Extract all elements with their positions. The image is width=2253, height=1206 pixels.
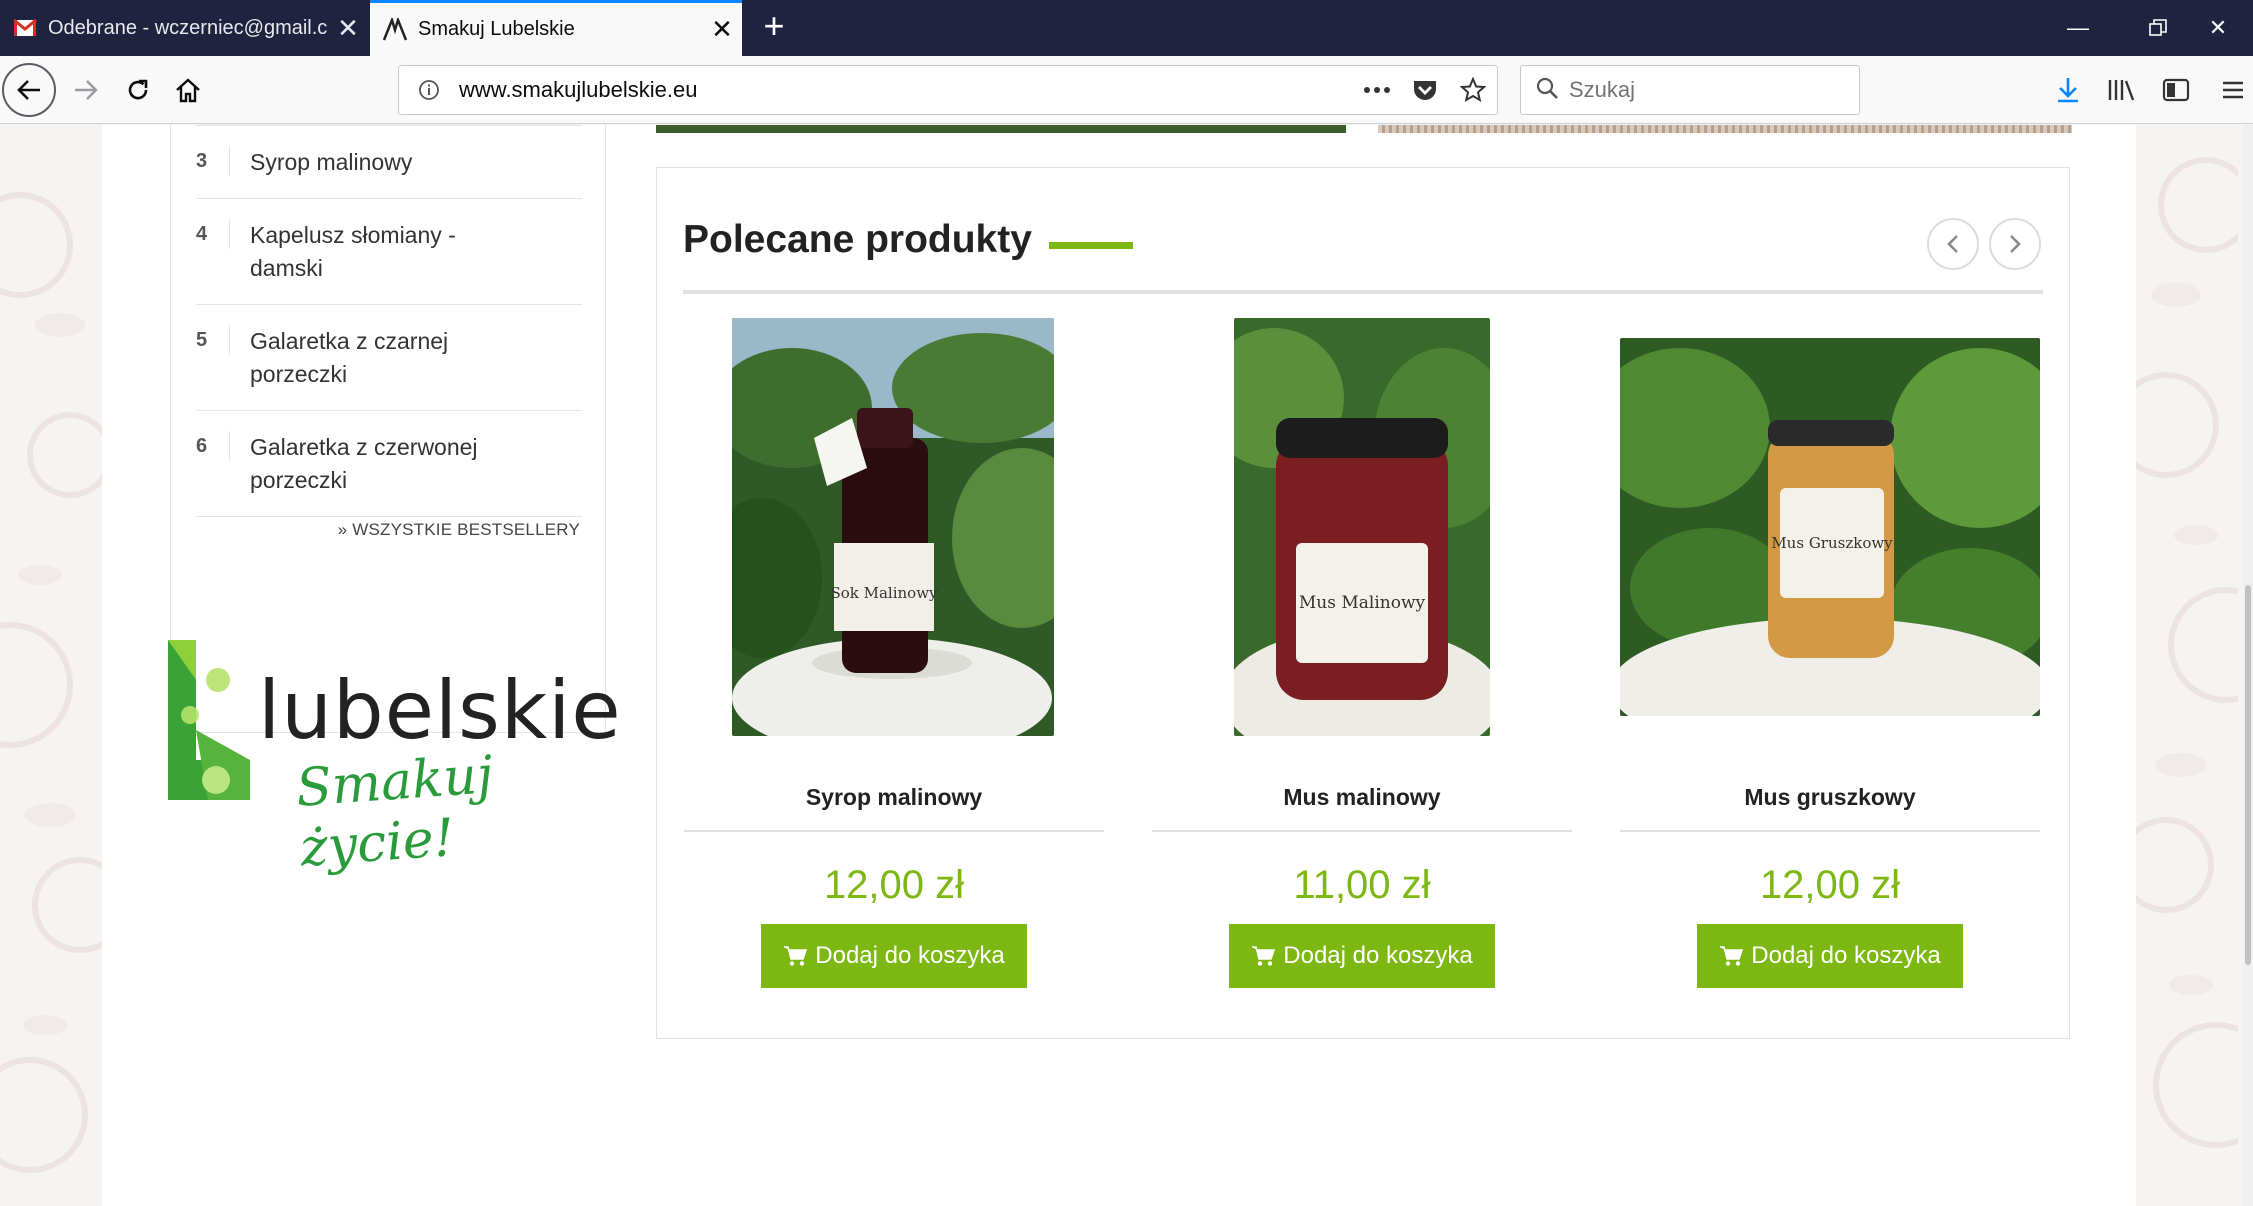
product-image[interactable]: Mus Gruszkowy <box>1620 338 2040 716</box>
window-close-icon[interactable]: ✕ <box>2183 0 2253 56</box>
product-link[interactable]: Galaretka z czerwonej porzeczki <box>250 431 500 497</box>
bookmark-star-icon[interactable] <box>1449 77 1497 103</box>
product-name[interactable]: Syrop malinowy <box>684 784 1104 811</box>
close-tab-icon[interactable]: ✕ <box>328 13 368 44</box>
tab-title: Smakuj Lubelskie <box>418 18 575 40</box>
search-input[interactable] <box>1569 77 1829 103</box>
pocket-icon[interactable] <box>1401 78 1449 102</box>
tab-title: Odebrane - wczerniec@gmail.c <box>48 16 328 39</box>
library-icon[interactable] <box>2098 66 2146 114</box>
featured-products-box: Polecane produkty Sok Malinowy Syrop mal… <box>656 167 2070 1039</box>
product-link[interactable]: Syrop malinowy <box>250 146 582 179</box>
section-divider <box>683 290 2043 294</box>
floral-background-left <box>0 192 102 1173</box>
item-rank: 3 <box>196 146 230 176</box>
site-favicon <box>382 17 408 43</box>
search-bar[interactable] <box>1520 65 1860 115</box>
menu-icon[interactable] <box>2214 66 2252 114</box>
cart-icon <box>1720 946 1744 966</box>
reload-icon[interactable] <box>112 64 164 116</box>
product-card: Mus Gruszkowy Mus gruszkowy 12,00 zł Dod… <box>1620 318 2040 988</box>
chevron-left-icon <box>1947 235 1958 253</box>
info-icon[interactable] <box>407 79 451 101</box>
minimize-icon[interactable]: — <box>2043 0 2113 56</box>
add-to-cart-button[interactable]: Dodaj do koszyka <box>1697 924 1963 988</box>
product-image[interactable]: Sok Malinowy <box>732 318 1054 736</box>
jar-label-text: Mus Gruszkowy <box>1771 534 1893 552</box>
carousel-prev-button[interactable] <box>1927 218 1979 270</box>
add-to-cart-label: Dodaj do koszyka <box>1283 942 1473 969</box>
cart-icon <box>784 946 808 966</box>
product-image[interactable]: Mus Malinowy <box>1234 318 1490 736</box>
url-text: www.smakujlubelskie.eu <box>459 77 698 102</box>
list-item[interactable]: 3 Syrop malinowy <box>196 126 582 199</box>
logo-mark-icon <box>168 640 250 800</box>
forward-button[interactable] <box>60 64 112 116</box>
product-link[interactable]: Kapelusz słomiany - damski <box>250 219 480 285</box>
scrollbar-thumb[interactable] <box>2245 585 2251 965</box>
new-tab-button[interactable]: + <box>752 6 796 50</box>
tab-gmail[interactable]: Odebrane - wczerniec@gmail.c ✕ <box>0 0 368 56</box>
product-name[interactable]: Mus malinowy <box>1152 784 1572 811</box>
sidebar-toggle-icon[interactable] <box>2152 66 2200 114</box>
section-title: Polecane produkty <box>683 218 1032 261</box>
page-actions-icon[interactable] <box>1353 86 1401 94</box>
gmail-icon <box>12 15 38 41</box>
product-price: 11,00 zł <box>1293 863 1431 907</box>
home-icon[interactable] <box>162 64 214 116</box>
add-to-cart-label: Dodaj do koszyka <box>815 942 1005 969</box>
jar-label-text: Mus Malinowy <box>1299 593 1426 613</box>
navigation-toolbar: www.smakujlubelskie.eu <box>0 56 2253 124</box>
logo-tagline: Smakuj życie! <box>294 745 495 879</box>
carousel-next-button[interactable] <box>1989 218 2041 270</box>
product-divider <box>1620 830 2040 832</box>
product-name[interactable]: Mus gruszkowy <box>1620 784 2040 811</box>
add-to-cart-label: Dodaj do koszyka <box>1751 942 1941 969</box>
banner-image-strip <box>656 125 1346 133</box>
item-rank: 4 <box>196 219 230 249</box>
cart-icon <box>1252 946 1276 966</box>
all-bestsellers-link[interactable]: » WSZYSTKIE BESTSELLERY <box>338 520 580 540</box>
search-icon <box>1535 76 1559 105</box>
product-card: Mus Malinowy Mus malinowy 11,00 zł Dodaj… <box>1152 318 1572 988</box>
item-rank: 6 <box>196 431 230 461</box>
title-accent-bar <box>1049 242 1133 249</box>
tab-strip: Odebrane - wczerniec@gmail.c ✕ Smakuj Lu… <box>0 0 2253 56</box>
list-item[interactable]: 5 Galaretka z czarnej porzeczki <box>196 305 582 411</box>
product-price: 12,00 zł <box>1759 863 1901 907</box>
product-divider <box>684 830 1104 832</box>
product-card: Sok Malinowy Syrop malinowy 12,00 zł Dod… <box>684 318 1104 988</box>
page-viewport: 3 Syrop malinowy 4 Kapelusz słomiany - d… <box>0 125 2253 1206</box>
close-tab-icon[interactable]: ✕ <box>702 14 742 45</box>
address-bar[interactable]: www.smakujlubelskie.eu <box>398 65 1498 115</box>
product-link[interactable]: Galaretka z czarnej porzeczki <box>250 325 490 391</box>
item-rank: 5 <box>196 325 230 355</box>
chevron-right-icon <box>2010 235 2021 253</box>
add-to-cart-button[interactable]: Dodaj do koszyka <box>761 924 1027 988</box>
product-divider <box>1152 830 1572 832</box>
list-item[interactable]: 6 Galaretka z czerwonej porzeczki <box>196 411 582 517</box>
add-to-cart-button[interactable]: Dodaj do koszyka <box>1229 924 1495 988</box>
floral-background-right <box>2136 157 2238 1148</box>
bestsellers-list: 3 Syrop malinowy 4 Kapelusz słomiany - d… <box>196 125 582 517</box>
bottle-label-text: Sok Malinowy <box>830 584 938 602</box>
product-price: 12,00 zł <box>823 863 965 907</box>
tab-smakuj-lubelskie[interactable]: Smakuj Lubelskie ✕ <box>370 0 742 56</box>
banner-image-strip <box>1378 125 2072 133</box>
downloads-icon[interactable] <box>2044 66 2092 114</box>
lubelskie-logo[interactable]: lubelskie Smakuj życie! <box>168 640 621 879</box>
list-item[interactable]: 4 Kapelusz słomiany - damski <box>196 199 582 305</box>
back-button[interactable] <box>2 63 56 117</box>
